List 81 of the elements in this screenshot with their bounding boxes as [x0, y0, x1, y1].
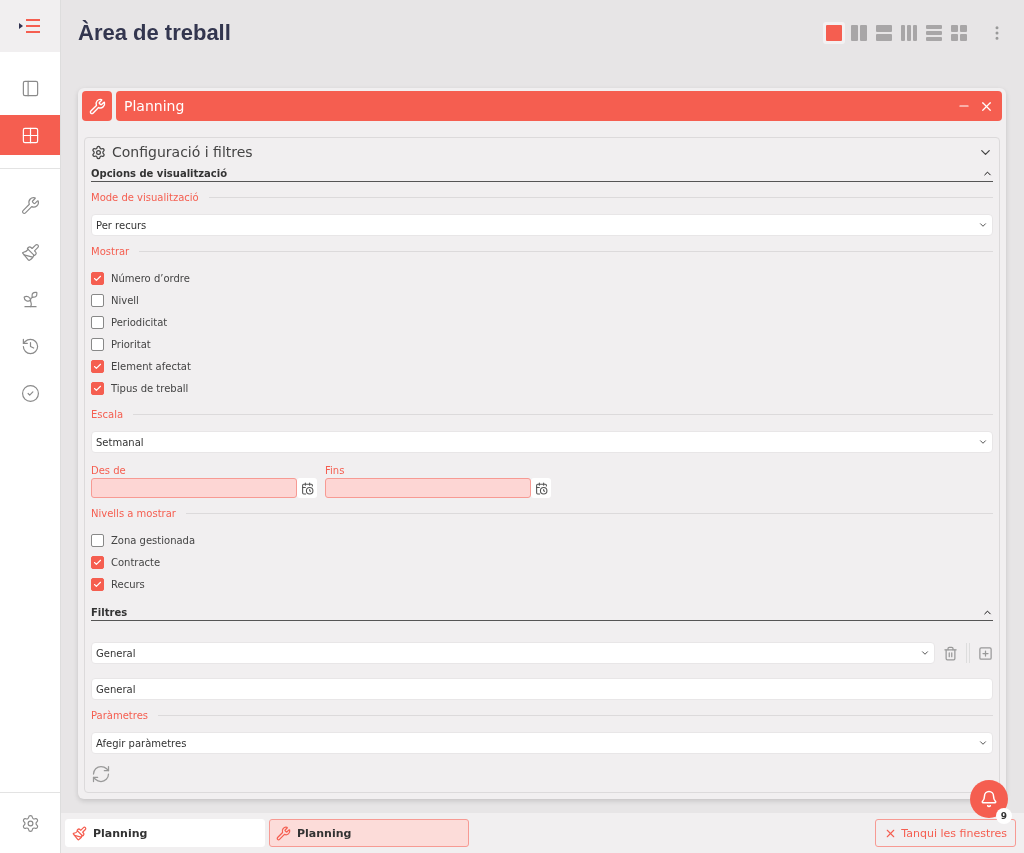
layout-button[interactable] — [823, 22, 845, 44]
section-title: Filtres — [91, 607, 129, 618]
checkbox[interactable] — [91, 337, 104, 351]
tick-icon — [93, 579, 102, 589]
brush-icon — [20, 242, 40, 262]
layout-rows2-icon — [876, 25, 892, 41]
checkbox[interactable] — [91, 555, 104, 569]
checkbox[interactable] — [91, 577, 104, 591]
tick-icon — [93, 361, 102, 371]
group-heading: Mode de visualització — [91, 191, 199, 203]
layout-cols2-icon — [851, 25, 867, 41]
checkbox-label: Zona gestionada — [111, 534, 196, 546]
checkbox-label: Número d’ordre — [111, 272, 190, 284]
checkbox[interactable] — [91, 271, 104, 285]
panel-title[interactable]: Configuració i filtres — [112, 144, 972, 160]
tick-icon — [93, 383, 102, 393]
checkbox-label: Periodicitat — [111, 316, 168, 328]
layout-button[interactable] — [873, 22, 895, 44]
gear-icon — [20, 813, 40, 833]
wrench-icon — [20, 195, 40, 215]
chevron-down-icon — [978, 220, 988, 230]
tick-icon — [93, 273, 102, 283]
page-title: Àrea de treball — [78, 20, 232, 46]
group-heading: Mostrar — [91, 245, 130, 257]
checkbox[interactable] — [91, 359, 104, 373]
calendar-button[interactable] — [531, 478, 551, 498]
layout-single-icon — [826, 25, 842, 41]
section-title: Opcions de visualització — [91, 168, 229, 179]
brush-icon — [72, 825, 87, 841]
calendar-button[interactable] — [297, 478, 317, 498]
group-heading: Paràmetres — [91, 709, 149, 721]
taskbar-item[interactable]: Planning — [65, 819, 265, 847]
layout-button[interactable] — [848, 22, 870, 44]
checkbox[interactable] — [91, 533, 104, 547]
checkbox-label: Contracte — [111, 556, 161, 568]
date-input-field[interactable] — [325, 478, 531, 498]
calendar-icon — [300, 481, 314, 495]
wrench-icon — [82, 91, 112, 121]
menu-icon[interactable] — [19, 19, 41, 33]
checkbox-label: Prioritat — [111, 338, 151, 350]
wrench-icon — [276, 825, 291, 841]
checkbox[interactable] — [91, 315, 104, 329]
checkbox-label: Element afectat — [111, 360, 191, 372]
dropdown-field[interactable]: Setmanal — [91, 431, 993, 453]
add-square-icon[interactable] — [978, 645, 993, 661]
checkbox-label: Nivell — [111, 294, 139, 306]
notification-count: 9 — [996, 808, 1012, 824]
refresh-icon[interactable] — [91, 764, 111, 784]
gear-icon — [91, 144, 106, 160]
dropdown-field[interactable]: Per recurs — [91, 214, 993, 236]
layout-grid-icon — [951, 25, 967, 41]
bell-icon — [980, 790, 998, 808]
window-title: Planning — [124, 98, 186, 114]
check-circle-icon — [20, 383, 40, 403]
chevron-down-icon — [978, 738, 988, 748]
tick-icon — [93, 557, 102, 567]
checkbox-label: Recurs — [111, 578, 145, 590]
checkbox[interactable] — [91, 381, 104, 395]
layout-button[interactable] — [923, 22, 945, 44]
chevron-down-icon — [920, 648, 930, 658]
layout-button[interactable] — [898, 22, 920, 44]
layout-cols3-icon — [901, 25, 917, 41]
input-field[interactable]: General — [91, 678, 993, 700]
dropdown-field[interactable]: Afegir paràmetres — [91, 732, 993, 754]
trash-icon[interactable] — [943, 645, 958, 661]
layout-rows3-icon — [926, 25, 942, 41]
group-heading: Escala — [91, 408, 124, 420]
date-label: Fins — [325, 465, 346, 476]
checkbox-label: Tipus de treball — [111, 382, 189, 394]
group-heading: Nivells a mostrar — [91, 507, 176, 519]
checkbox[interactable] — [91, 293, 104, 307]
layout-icon — [20, 78, 40, 98]
grid-icon — [20, 125, 40, 145]
date-input-field[interactable] — [91, 478, 297, 498]
calendar-icon — [534, 481, 548, 495]
layout-button[interactable] — [948, 22, 970, 44]
chevron-down-icon — [978, 437, 988, 447]
sidebar-item[interactable] — [0, 115, 60, 155]
dropdown-field[interactable]: General — [91, 642, 935, 664]
date-label: Des de — [91, 465, 127, 476]
taskbar-item[interactable]: Planning — [269, 819, 469, 847]
